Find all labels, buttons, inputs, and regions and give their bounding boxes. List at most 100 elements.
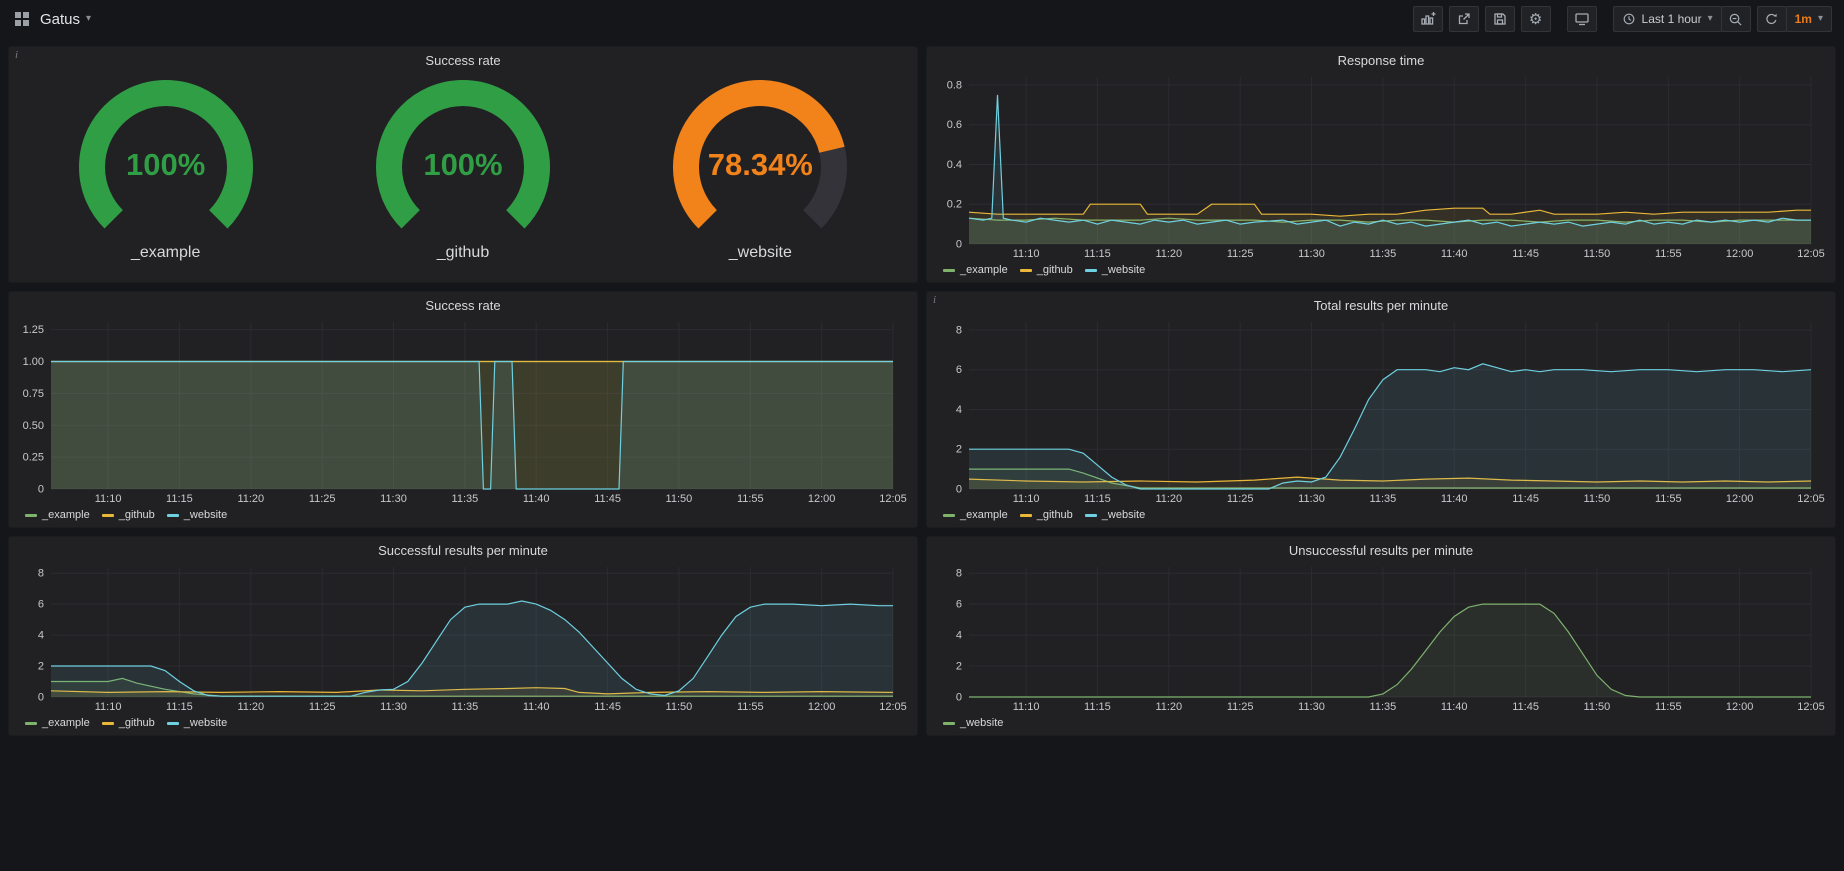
panel-title: Total results per minute	[1314, 298, 1448, 313]
svg-text:12:05: 12:05	[879, 493, 907, 505]
svg-text:11:30: 11:30	[380, 493, 407, 505]
legend-item-github[interactable]: _github	[1020, 509, 1073, 521]
svg-text:0: 0	[38, 484, 44, 496]
legend-item-website[interactable]: _website	[167, 717, 227, 729]
gauge-github: 100% _github	[343, 79, 583, 262]
total-results-chart[interactable]: 11:1011:1511:2011:2511:3011:3511:4011:45…	[935, 316, 1827, 507]
svg-text:11:45: 11:45	[594, 493, 621, 505]
panel-header[interactable]: Unsuccessful results per minute	[935, 539, 1827, 561]
response-time-chart[interactable]: 11:1011:1511:2011:2511:3011:3511:4011:45…	[935, 71, 1827, 262]
svg-text:11:35: 11:35	[1370, 701, 1397, 713]
svg-text:11:35: 11:35	[1370, 493, 1397, 505]
dropdown-caret-icon: ▾	[86, 14, 91, 24]
svg-text:0: 0	[956, 484, 962, 496]
share-button[interactable]	[1449, 6, 1479, 32]
svg-text:11:45: 11:45	[1512, 248, 1539, 260]
tv-mode-button[interactable]	[1567, 6, 1597, 32]
success-rate-chart[interactable]: 11:1011:1511:2011:2511:3011:3511:4011:45…	[17, 316, 909, 507]
legend-item-website[interactable]: _website	[943, 717, 1003, 729]
panel-header[interactable]: Response time	[935, 49, 1827, 71]
refresh-controls: 1m ▾	[1757, 6, 1832, 32]
refresh-button[interactable]	[1757, 6, 1787, 32]
svg-text:11:35: 11:35	[452, 493, 479, 505]
legend-item-github[interactable]: _github	[102, 717, 155, 729]
svg-text:0.6: 0.6	[947, 119, 962, 131]
panel-header[interactable]: Success rate	[17, 49, 909, 71]
zoom-out-icon	[1728, 12, 1743, 27]
panel-unsuccessful-results: Unsuccessful results per minute 11:1011:…	[926, 536, 1836, 736]
time-range-picker[interactable]: Last 1 hour ▾	[1613, 6, 1722, 32]
panel-header[interactable]: Success rate	[17, 294, 909, 316]
svg-text:0: 0	[956, 692, 962, 704]
svg-text:2: 2	[38, 661, 44, 673]
svg-text:11:10: 11:10	[95, 493, 122, 505]
gauge-label: _website	[640, 244, 880, 262]
legend-color-dash	[25, 514, 37, 517]
chart-legend: _example _github _website	[935, 507, 1827, 523]
add-panel-icon	[1420, 11, 1436, 27]
svg-text:4: 4	[956, 630, 962, 642]
svg-text:11:55: 11:55	[737, 701, 764, 713]
chart-legend: _website	[935, 715, 1827, 731]
legend-color-dash	[943, 722, 955, 725]
legend-item-website[interactable]: _website	[1085, 509, 1145, 521]
svg-text:6: 6	[956, 599, 962, 611]
svg-text:11:20: 11:20	[1155, 701, 1182, 713]
save-button[interactable]	[1485, 6, 1515, 32]
svg-text:8: 8	[956, 568, 962, 580]
legend-color-dash	[1020, 269, 1032, 272]
svg-text:11:40: 11:40	[1441, 493, 1468, 505]
svg-text:11:40: 11:40	[523, 493, 550, 505]
svg-text:11:50: 11:50	[1584, 701, 1611, 713]
panel-successful-results: Successful results per minute 11:1011:15…	[8, 536, 918, 736]
legend-item-example[interactable]: _example	[25, 509, 90, 521]
panel-info-icon[interactable]: i	[15, 49, 18, 61]
dashboard-title-dropdown[interactable]: Gatus ▾	[40, 11, 91, 28]
svg-text:11:50: 11:50	[1584, 248, 1611, 260]
settings-button[interactable]: ⚙	[1521, 6, 1551, 32]
apps-grid-icon[interactable]	[12, 9, 32, 29]
svg-text:12:00: 12:00	[808, 493, 836, 505]
svg-text:11:30: 11:30	[1298, 493, 1325, 505]
svg-text:12:05: 12:05	[1797, 248, 1825, 260]
legend-item-github[interactable]: _github	[102, 509, 155, 521]
legend-color-dash	[102, 514, 114, 517]
refresh-interval-picker[interactable]: 1m ▾	[1786, 6, 1832, 32]
panel-header[interactable]: Total results per minute	[935, 294, 1827, 316]
legend-color-dash	[1085, 514, 1097, 517]
dashboard-title: Gatus	[40, 11, 80, 28]
apps-grid-glyph	[14, 11, 30, 27]
navbar-left: Gatus ▾	[12, 9, 91, 29]
gauge-value: 100%	[46, 147, 286, 183]
svg-text:11:15: 11:15	[1084, 701, 1111, 713]
legend-item-example[interactable]: _example	[943, 264, 1008, 276]
panel-title: Success rate	[425, 298, 500, 313]
panel-header[interactable]: Successful results per minute	[17, 539, 909, 561]
dashboard-grid: i Success rate 100% _example 100% _githu…	[0, 38, 1844, 744]
clock-icon	[1622, 12, 1636, 26]
svg-text:0.2: 0.2	[947, 199, 962, 211]
legend-item-example[interactable]: _example	[25, 717, 90, 729]
zoom-out-button[interactable]	[1721, 6, 1751, 32]
refresh-interval-caret-icon: ▾	[1818, 14, 1823, 24]
svg-text:11:30: 11:30	[1298, 248, 1325, 260]
svg-text:11:40: 11:40	[1441, 701, 1468, 713]
legend-item-example[interactable]: _example	[943, 509, 1008, 521]
time-range-caret-icon: ▾	[1708, 14, 1713, 24]
add-panel-button[interactable]	[1413, 6, 1443, 32]
legend-item-website[interactable]: _website	[167, 509, 227, 521]
svg-text:11:35: 11:35	[452, 701, 479, 713]
svg-text:11:50: 11:50	[1584, 493, 1611, 505]
chart-legend: _example _github _website	[17, 715, 909, 731]
successful-results-chart[interactable]: 11:1011:1511:2011:2511:3011:3511:4011:45…	[17, 561, 909, 715]
svg-text:1.00: 1.00	[23, 356, 44, 368]
settings-icon: ⚙	[1529, 12, 1542, 27]
svg-text:11:15: 11:15	[1084, 493, 1111, 505]
save-icon	[1492, 11, 1508, 27]
legend-item-website[interactable]: _website	[1085, 264, 1145, 276]
svg-text:12:00: 12:00	[1726, 248, 1754, 260]
legend-item-github[interactable]: _github	[1020, 264, 1073, 276]
panel-info-icon[interactable]: i	[933, 294, 936, 306]
unsuccessful-results-chart[interactable]: 11:1011:1511:2011:2511:3011:3511:4011:45…	[935, 561, 1827, 715]
svg-text:11:25: 11:25	[1227, 493, 1254, 505]
